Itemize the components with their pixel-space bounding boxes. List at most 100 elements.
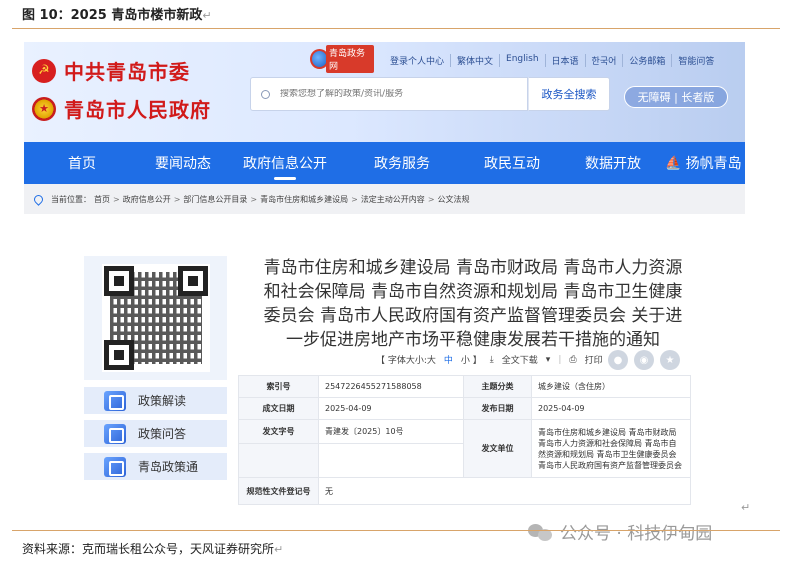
sidebar-item-policy-portal[interactable]: 青岛政策通 [84,453,227,480]
meta-created-value: 2025-04-09 [318,397,464,420]
search-icon [261,89,270,99]
font-size-small[interactable]: 小 】 [461,353,482,366]
search-box [250,77,528,111]
breadcrumb-separator: > [173,194,181,204]
nav-yangfan-label: 扬帆青岛 [685,156,742,172]
top-link-japanese[interactable]: 日本语 [546,54,586,67]
nav-gov-info[interactable]: 政府信息公开 [226,142,344,184]
site-header: ☭ 中共青岛市委 ★ 青岛市人民政府 青岛政务网 登录个人中心 繁体中文 Eng… [24,42,745,142]
location-pin-icon [32,192,45,206]
meta-issuer-value: 青岛市住房和城乡建设局 青岛市财政局 青岛市人力资源和社会保障局 青岛市自然资源… [531,419,691,478]
breadcrumb-item[interactable]: 公文法规 [438,194,470,205]
qr-finder-pattern [177,266,208,296]
watermark: 公众号 · 科技伊甸园 [528,519,712,544]
document-title-line: 一步促进房地产市场平稳健康发展若干措施的通知 [286,330,660,350]
fulltext-download-button[interactable]: 全文下载 [502,353,538,366]
portal-logo[interactable]: 青岛政务网 [310,45,374,73]
sidebar-item-label: 政策解读 [138,394,187,408]
meta-regno-value: 无 [318,477,691,505]
wechat-share-icon[interactable]: ● [608,350,628,370]
top-rule [12,28,780,29]
meta-index-value: 2547226455271588058 [318,375,464,398]
return-mark: ↵ [274,543,284,556]
figure-title: 图 10：2025 青岛市楼市新政↵ [22,4,212,23]
breadcrumb-item[interactable]: 部门信息公开目录 [183,194,247,205]
top-links: 登录个人中心 繁体中文 English 日本语 한국어 公务邮箱 智能问答 [384,54,720,67]
accessibility-button[interactable]: 无障碍 | 长者版 [624,86,728,108]
figure-title-text: 图 10：2025 青岛市楼市新政 [22,8,203,23]
print-icon: ⎙ [569,354,577,365]
source-note-text: 资料来源：克而瑞长租公众号，天风证券研究所 [22,542,275,556]
return-mark: ↵ [741,501,751,514]
meta-published-label: 发布日期 [463,397,532,420]
qr-finder-pattern [103,340,134,370]
search-input[interactable] [280,89,510,99]
sidebar-item-policy-reading[interactable]: 政策解读 [84,387,227,414]
top-link-korean[interactable]: 한국어 [586,54,624,67]
nav-services[interactable]: 政务服务 [344,142,460,184]
meta-empty-label [238,443,319,478]
meta-created-label: 成文日期 [238,397,319,420]
breadcrumb-item[interactable]: 法定主动公开内容 [361,194,425,205]
nav-home[interactable]: 首页 [24,142,140,184]
party-emblem-icon: ☭ [32,58,56,83]
document-title-line: 青岛市住房和城乡建设局 青岛市财政局 青岛市人力资源 [263,258,683,278]
top-link-english[interactable]: English [500,54,546,67]
tools-divider: | [558,354,562,365]
main-nav: 首页 要闻动态 政府信息公开 政务服务 政民互动 数据开放 ⛵ 扬帆青岛 [24,142,745,184]
policy-reading-icon [104,390,126,411]
dropdown-icon: ▾ [545,354,551,365]
breadcrumb-item[interactable]: 青岛市住房和城乡建设局 [260,194,348,205]
print-button[interactable]: 打印 [585,353,603,366]
meta-regno-label: 规范性文件登记号 [238,477,319,505]
party-branding: ☭ 中共青岛市委 [32,56,190,85]
breadcrumb-separator: > [250,194,258,204]
document-tools: 【 字体大小:大 中 小 】 ⤓ 全文下载 ▾ | ⎙ 打印 [376,353,603,367]
meta-issuer-label: 发文单位 [463,419,532,478]
gov-name: 青岛市人民政府 [64,98,211,122]
qr-code [101,264,210,372]
source-note: 资料来源：克而瑞长租公众号，天风证券研究所↵ [22,540,283,557]
party-name: 中共青岛市委 [64,60,190,84]
breadcrumb-separator: > [427,194,435,204]
download-icon: ⤓ [489,354,494,365]
meta-category-value: 城乡建设（含住房） [531,375,691,398]
sail-icon: ⛵ [665,155,682,171]
top-link-mail[interactable]: 公务邮箱 [623,54,673,67]
document-meta-table: 索引号 2547226455271588058 主题分类 城乡建设（含住房） 成… [238,375,691,505]
portal-logo-text: 青岛政务网 [325,45,374,73]
meta-empty-value [318,443,464,478]
search-button[interactable]: 政务全搜索 [528,77,610,111]
policy-portal-icon [104,456,126,477]
nav-news[interactable]: 要闻动态 [140,142,226,184]
sidebar-item-policy-qa[interactable]: 政策问答 [84,420,227,447]
meta-docno-value: 青建发〔2025〕10号 [318,419,464,444]
font-size-medium[interactable]: 中 [444,353,453,366]
nav-interaction[interactable]: 政民互动 [460,142,564,184]
national-emblem-icon: ★ [32,96,56,121]
watermark-text: 公众号 · 科技伊甸园 [560,524,713,544]
favorite-star-icon[interactable]: ★ [660,350,680,370]
meta-category-label: 主题分类 [463,375,532,398]
breadcrumb-label: 当前位置： [51,194,91,204]
document-title: 青岛市住房和城乡建设局 青岛市财政局 青岛市人力资源 和社会保障局 青岛市自然资… [238,256,708,352]
bottom-rule [12,530,780,531]
breadcrumb-item[interactable]: 政府信息公开 [123,194,171,205]
meta-docno-label: 发文字号 [238,419,319,444]
top-link-traditional[interactable]: 繁体中文 [451,54,501,67]
qr-finder-pattern [103,266,134,296]
breadcrumb-separator: > [351,194,358,204]
policy-qa-icon [104,423,126,444]
nav-yangfan[interactable]: ⛵ 扬帆青岛 [662,142,745,184]
weibo-share-icon[interactable]: ◉ [634,350,654,370]
top-link-qa[interactable]: 智能问答 [672,54,720,67]
font-size-label[interactable]: 【 字体大小:大 [376,353,436,366]
breadcrumb-item[interactable]: 首页 [94,194,110,205]
top-link-login[interactable]: 登录个人中心 [384,54,452,67]
sidebar-item-label: 青岛政策通 [138,460,199,474]
nav-open-data[interactable]: 数据开放 [564,142,662,184]
meta-index-label: 索引号 [238,375,319,398]
sidebar-item-label: 政策问答 [138,427,187,441]
return-mark: ↵ [202,9,212,22]
document-title-line: 和社会保障局 青岛市自然资源和规划局 青岛市卫生健康 [263,282,683,302]
